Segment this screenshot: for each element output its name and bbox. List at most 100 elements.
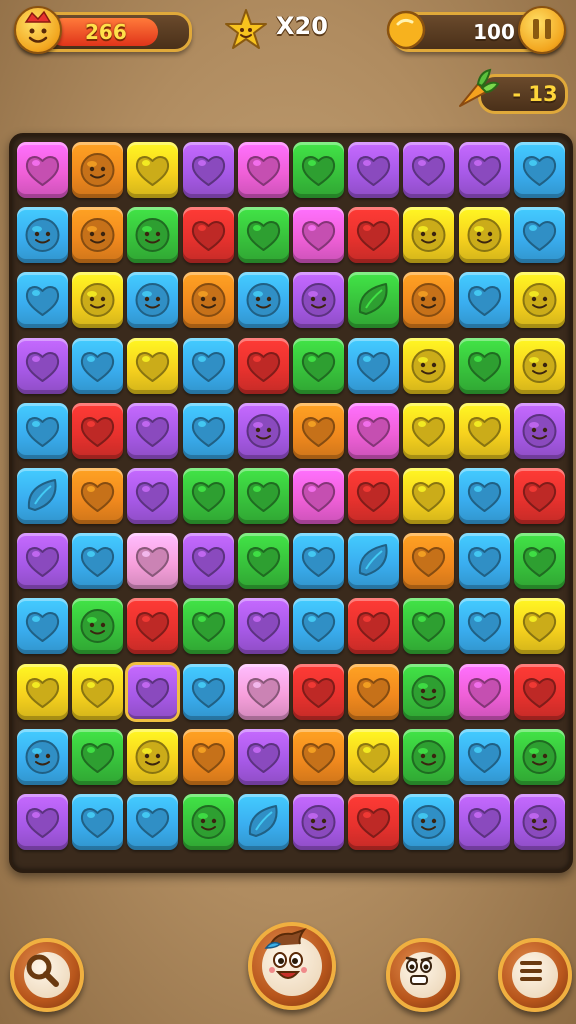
board-tile[interactable] [458,142,510,198]
board-tile[interactable] [458,337,510,394]
board-tile[interactable] [458,272,510,329]
board-tile[interactable] [403,794,455,850]
board-tile[interactable] [348,533,400,590]
board-tile[interactable] [17,533,68,590]
board-tile[interactable] [458,794,510,850]
board-tile[interactable] [237,533,289,590]
board-tile[interactable] [17,468,68,524]
face-button[interactable] [386,938,460,1012]
board-tile[interactable] [127,468,179,524]
board-tile[interactable] [403,337,455,394]
board-tile[interactable] [348,142,400,198]
board-tile[interactable] [17,402,68,459]
board-tile[interactable] [458,533,510,590]
board-tile[interactable] [403,598,455,655]
board-tile[interactable] [293,402,344,459]
board-tile[interactable] [17,663,68,720]
board-tile[interactable] [72,794,124,850]
board-tile[interactable] [403,402,455,459]
board-tile[interactable] [72,207,124,264]
board-tile[interactable] [17,337,68,394]
board-tile[interactable] [293,533,344,590]
board-tile[interactable] [125,661,181,722]
board-tile[interactable] [348,272,400,329]
board-tile[interactable] [403,663,455,720]
board-tile[interactable] [127,728,179,785]
board-tile[interactable] [293,272,344,329]
board-tile[interactable] [458,728,510,785]
board-tile[interactable] [72,142,124,198]
board-tile[interactable] [17,794,68,850]
board-tile[interactable] [513,337,565,394]
search-button[interactable] [10,938,84,1012]
board-tile[interactable] [348,468,400,524]
board-tile[interactable] [127,207,179,264]
board-tile[interactable] [293,598,344,655]
board-tile[interactable] [293,728,344,785]
board-tile[interactable] [458,598,510,655]
board-tile[interactable] [237,207,289,264]
board-tile[interactable] [127,272,179,329]
board-tile[interactable] [348,337,400,394]
board-tile[interactable] [72,337,124,394]
board-tile[interactable] [513,402,565,459]
board-tile[interactable] [293,663,344,720]
board-tile[interactable] [403,272,455,329]
board-tile[interactable] [127,533,179,590]
board-tile[interactable] [182,728,234,785]
board-tile[interactable] [72,402,124,459]
board-tile[interactable] [458,468,510,524]
board-tile[interactable] [237,337,289,394]
board-tile[interactable] [403,142,455,198]
board-tile[interactable] [237,598,289,655]
board-tile[interactable] [17,207,68,264]
board-tile[interactable] [293,337,344,394]
board-tile[interactable] [348,728,400,785]
board-tile[interactable] [237,468,289,524]
board-tile[interactable] [293,794,344,850]
board-tile[interactable] [513,533,565,590]
board-tile[interactable] [182,598,234,655]
board-tile[interactable] [182,533,234,590]
board-tile[interactable] [72,468,124,524]
board-tile[interactable] [513,794,565,850]
board-tile[interactable] [348,598,400,655]
board-tile[interactable] [127,142,179,198]
board-tile[interactable] [513,272,565,329]
board-tile[interactable] [127,598,179,655]
board-tile[interactable] [458,207,510,264]
board-tile[interactable] [72,272,124,329]
board-tile[interactable] [513,468,565,524]
pause-button[interactable] [518,6,566,54]
board-tile[interactable] [513,598,565,655]
board-tile[interactable] [17,272,68,329]
board-tile[interactable] [403,207,455,264]
board-tile[interactable] [293,468,344,524]
board-tile[interactable] [237,272,289,329]
board-tile[interactable] [182,468,234,524]
board-tile[interactable] [182,272,234,329]
menu-button[interactable] [498,938,572,1012]
board-tile[interactable] [237,794,289,850]
board-tile[interactable] [72,533,124,590]
board-tile[interactable] [17,728,68,785]
board-tile[interactable] [237,728,289,785]
board-tile[interactable] [403,728,455,785]
board-tile[interactable] [182,207,234,264]
board-tile[interactable] [293,207,344,264]
board-tile[interactable] [348,663,400,720]
board-tile[interactable] [182,142,234,198]
board-tile[interactable] [72,598,124,655]
board-tile[interactable] [72,663,124,720]
board-tile[interactable] [348,402,400,459]
board-tile[interactable] [182,402,234,459]
board-tile[interactable] [127,402,179,459]
board-tile[interactable] [348,794,400,850]
board-tile[interactable] [182,337,234,394]
board-tile[interactable] [513,728,565,785]
board-tile[interactable] [127,794,179,850]
board-tile[interactable] [513,207,565,264]
board-tile[interactable] [458,402,510,459]
board-tile[interactable] [72,728,124,785]
board-tile[interactable] [403,468,455,524]
